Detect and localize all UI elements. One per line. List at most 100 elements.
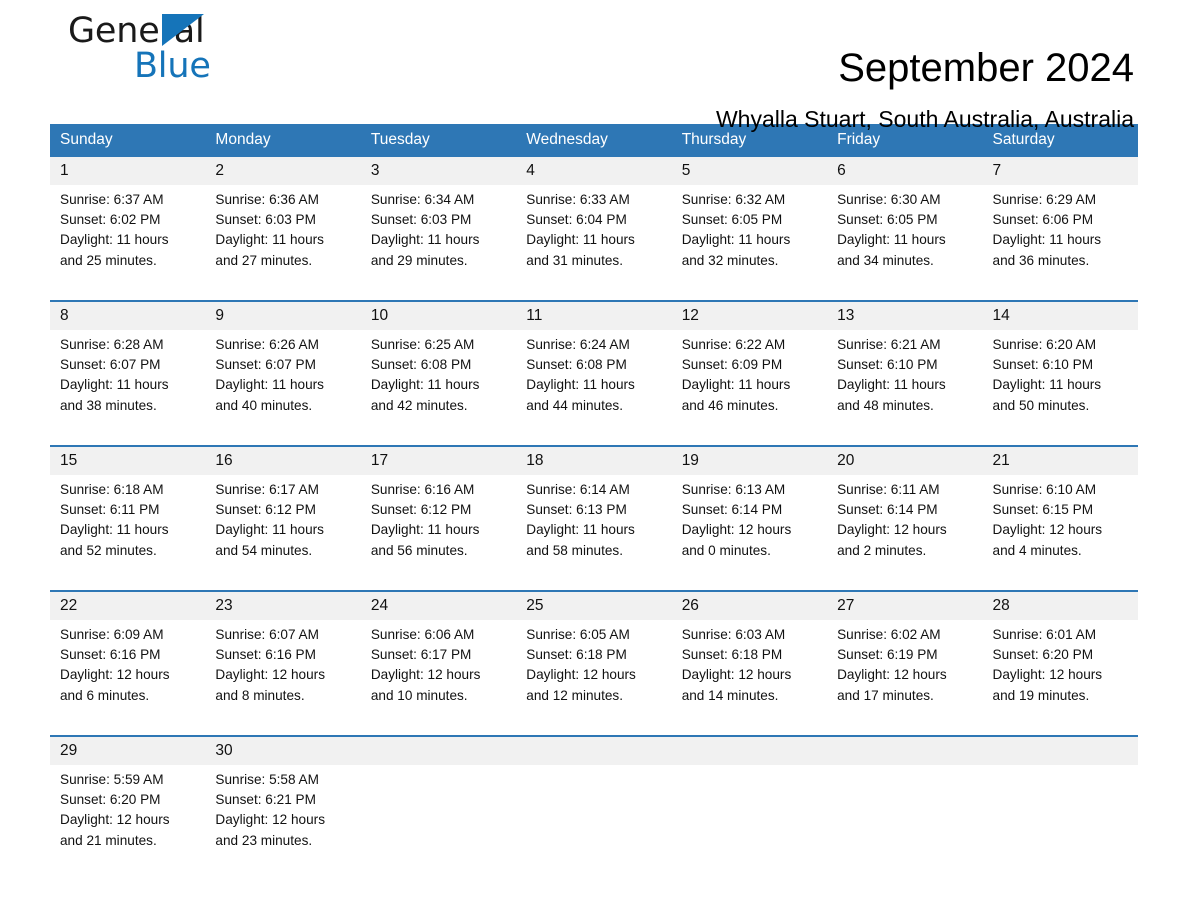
day-cell[interactable]: Sunrise: 6:09 AM Sunset: 6:16 PM Dayligh… [50,620,206,735]
day-cell[interactable]: Sunrise: 6:20 AM Sunset: 6:10 PM Dayligh… [982,330,1138,445]
day-cell[interactable]: Sunrise: 5:58 AM Sunset: 6:21 PM Dayligh… [205,765,361,880]
day-cell[interactable]: Sunrise: 6:34 AM Sunset: 6:03 PM Dayligh… [360,185,517,300]
sunset-text: Sunset: 6:07 PM [60,357,161,373]
day-number[interactable]: 7 [982,157,1138,185]
sunset-text: Sunset: 6:10 PM [837,357,938,373]
daylight-text-line1: Daylight: 11 hours [60,232,169,248]
day-number[interactable]: 17 [360,447,517,475]
day-number[interactable]: 16 [205,447,361,475]
day-cell[interactable]: Sunrise: 6:06 AM Sunset: 6:17 PM Dayligh… [360,620,517,735]
sunset-text: Sunset: 6:19 PM [837,647,938,663]
daylight-text-line1: Daylight: 11 hours [837,232,946,248]
day-cell[interactable]: Sunrise: 6:16 AM Sunset: 6:12 PM Dayligh… [360,475,517,590]
day-number[interactable]: 14 [982,302,1138,330]
sunset-text: Sunset: 6:05 PM [837,212,938,228]
sunset-text: Sunset: 6:09 PM [681,357,783,373]
day-number[interactable]: 23 [205,592,361,620]
day-cell[interactable]: Sunrise: 6:05 AM Sunset: 6:18 PM Dayligh… [516,620,672,735]
day-number[interactable]: 20 [827,447,983,475]
daylight-text-line2: and 14 minutes. [681,687,779,703]
daylight-text-line2: and 36 minutes. [992,252,1090,268]
day-number[interactable]: 22 [50,592,206,620]
day-number[interactable]: 1 [50,157,206,185]
day-cell[interactable]: Sunrise: 6:10 AM Sunset: 6:15 PM Dayligh… [982,475,1138,590]
daylight-text-line2: and 50 minutes. [992,397,1090,413]
sunset-text: Sunset: 6:18 PM [526,647,627,663]
day-cell[interactable]: Sunrise: 6:13 AM Sunset: 6:14 PM Dayligh… [671,475,828,590]
day-cell-empty [671,765,828,880]
day-number[interactable]: 3 [360,157,517,185]
day-cell[interactable]: Sunrise: 6:02 AM Sunset: 6:19 PM Dayligh… [827,620,983,735]
day-cell[interactable]: Sunrise: 6:21 AM Sunset: 6:10 PM Dayligh… [827,330,983,445]
day-cell[interactable]: Sunrise: 6:01 AM Sunset: 6:20 PM Dayligh… [982,620,1138,735]
day-number[interactable]: 25 [516,592,672,620]
title-block: September 2024 Whyalla Stuart, South Aus… [314,0,1134,134]
day-cell[interactable]: Sunrise: 6:14 AM Sunset: 6:13 PM Dayligh… [516,475,672,590]
sunset-text: Sunset: 6:08 PM [370,357,472,373]
day-number[interactable]: 6 [827,157,983,185]
sunrise-text: Sunrise: 6:24 AM [526,337,630,352]
day-number[interactable]: 28 [982,592,1138,620]
day-cell[interactable]: Sunrise: 6:33 AM Sunset: 6:04 PM Dayligh… [516,185,672,300]
day-cell[interactable]: Sunrise: 6:07 AM Sunset: 6:16 PM Dayligh… [205,620,361,735]
day-number[interactable]: 19 [671,447,828,475]
daylight-text-line2: and 25 minutes. [60,252,157,268]
day-cell[interactable]: Sunrise: 6:11 AM Sunset: 6:14 PM Dayligh… [827,475,983,590]
sunrise-text: Sunrise: 6:20 AM [992,337,1097,352]
day-cell[interactable]: Sunrise: 6:37 AM Sunset: 6:02 PM Dayligh… [50,185,206,300]
daylight-text-line2: and 21 minutes. [60,832,157,848]
day-number[interactable]: 13 [827,302,983,330]
day-number[interactable]: 11 [516,302,672,330]
day-cell[interactable]: Sunrise: 6:36 AM Sunset: 6:03 PM Dayligh… [205,185,361,300]
sunrise-text: Sunrise: 6:32 AM [681,192,786,207]
daylight-text-line2: and 10 minutes. [370,687,468,703]
day-cell[interactable]: Sunrise: 6:22 AM Sunset: 6:09 PM Dayligh… [671,330,828,445]
week-details-row: Sunrise: 5:59 AM Sunset: 6:20 PM Dayligh… [50,765,1138,880]
day-cell-empty [982,765,1138,880]
daylight-text-line2: and 40 minutes. [215,397,313,413]
day-cell[interactable]: Sunrise: 6:03 AM Sunset: 6:18 PM Dayligh… [671,620,828,735]
day-number[interactable]: 10 [360,302,517,330]
daylight-text-line2: and 17 minutes. [837,687,934,703]
day-number[interactable]: 26 [671,592,828,620]
daylight-text-line2: and 42 minutes. [370,397,468,413]
sunset-text: Sunset: 6:20 PM [992,647,1094,663]
day-number[interactable]: 8 [50,302,206,330]
sunrise-text: Sunrise: 6:33 AM [526,192,630,207]
logo-triangle-icon [162,14,204,46]
sunset-text: Sunset: 6:05 PM [681,212,783,228]
day-cell[interactable]: Sunrise: 6:18 AM Sunset: 6:11 PM Dayligh… [50,475,206,590]
day-cell[interactable]: Sunrise: 6:26 AM Sunset: 6:07 PM Dayligh… [205,330,361,445]
day-cell[interactable]: Sunrise: 6:17 AM Sunset: 6:12 PM Dayligh… [205,475,361,590]
day-number[interactable]: 30 [205,737,361,765]
day-number[interactable]: 29 [50,737,206,765]
day-number[interactable]: 9 [205,302,361,330]
day-cell[interactable]: Sunrise: 6:32 AM Sunset: 6:05 PM Dayligh… [671,185,828,300]
day-number-empty [516,737,672,765]
day-number[interactable]: 27 [827,592,983,620]
day-number[interactable]: 18 [516,447,672,475]
daylight-text-line1: Daylight: 11 hours [370,377,480,393]
sunset-text: Sunset: 6:13 PM [526,502,627,518]
sunset-text: Sunset: 6:10 PM [992,357,1094,373]
daylight-text-line1: Daylight: 11 hours [681,232,791,248]
day-number[interactable]: 21 [982,447,1138,475]
day-cell[interactable]: Sunrise: 6:24 AM Sunset: 6:08 PM Dayligh… [516,330,672,445]
day-cell[interactable]: Sunrise: 6:28 AM Sunset: 6:07 PM Dayligh… [50,330,206,445]
day-number[interactable]: 4 [516,157,672,185]
daylight-text-line1: Daylight: 11 hours [370,232,480,248]
day-number[interactable]: 5 [671,157,828,185]
week-daynumber-row: 29 30 [50,737,1138,765]
general-blue-logo[interactable]: General Blue [58,8,308,98]
day-cell[interactable]: Sunrise: 6:30 AM Sunset: 6:05 PM Dayligh… [827,185,983,300]
day-number[interactable]: 15 [50,447,206,475]
day-number[interactable]: 24 [360,592,517,620]
day-number[interactable]: 12 [671,302,828,330]
day-cell[interactable]: Sunrise: 6:29 AM Sunset: 6:06 PM Dayligh… [982,185,1138,300]
day-cell[interactable]: Sunrise: 5:59 AM Sunset: 6:20 PM Dayligh… [50,765,206,880]
sunrise-text: Sunrise: 6:34 AM [370,192,475,207]
day-cell[interactable]: Sunrise: 6:25 AM Sunset: 6:08 PM Dayligh… [360,330,517,445]
daylight-text-line1: Daylight: 12 hours [681,667,792,683]
day-number[interactable]: 2 [205,157,361,185]
sunrise-text: Sunrise: 6:37 AM [60,192,164,207]
